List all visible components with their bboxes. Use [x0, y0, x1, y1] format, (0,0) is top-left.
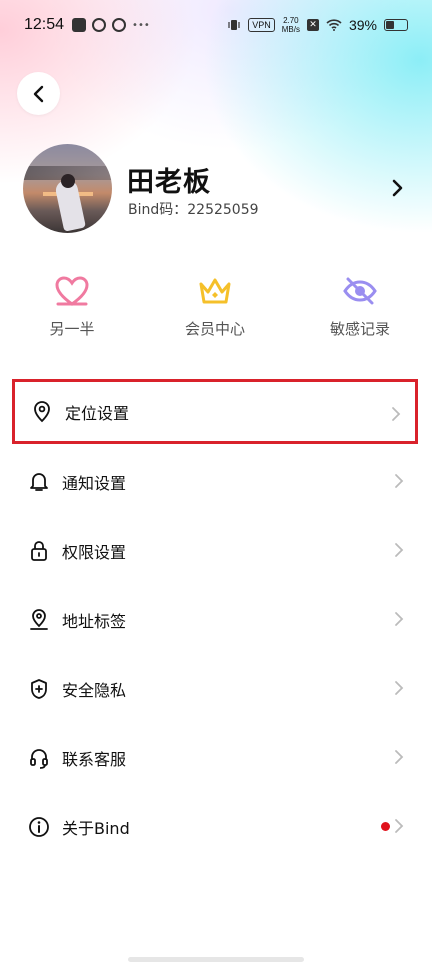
lock-icon	[28, 540, 50, 562]
menu-item-permission-settings[interactable]: 权限设置	[12, 521, 418, 580]
chevron-right-icon	[395, 543, 404, 557]
quick-action-partner[interactable]: 另一半	[17, 272, 127, 339]
chevron-right-icon	[395, 474, 404, 488]
chevron-right-icon	[395, 819, 404, 833]
shield-plus-icon	[28, 678, 50, 700]
quick-action-label: 敏感记录	[329, 320, 390, 338]
menu-item-contact-support[interactable]: 联系客服	[12, 728, 418, 787]
more-notifications-icon: •••	[132, 19, 150, 31]
quick-action-vip-center[interactable]: 会员中心	[160, 272, 270, 339]
menu-item-label: 地址标签	[62, 611, 127, 631]
menu-item-about-bind[interactable]: 关于Bind	[12, 797, 418, 856]
vpn-badge: VPN	[248, 18, 275, 32]
new-badge-dot	[381, 822, 390, 831]
quick-action-label: 会员中心	[184, 320, 245, 338]
bell-icon	[28, 471, 50, 493]
map-pin-icon	[28, 608, 50, 631]
speed-value: 2.70	[283, 16, 299, 25]
battery-icon	[384, 19, 408, 31]
back-button[interactable]	[17, 72, 60, 115]
status-app-icons: •••	[72, 18, 150, 32]
app-notification-icon	[112, 18, 127, 32]
vibrate-icon	[228, 20, 240, 30]
menu-item-label: 通知设置	[62, 473, 127, 493]
chevron-right-icon	[395, 681, 404, 695]
quick-action-label: 另一半	[49, 320, 95, 338]
headset-icon	[28, 747, 50, 769]
menu-item-label: 定位设置	[65, 403, 130, 423]
chevron-right-icon	[395, 750, 404, 764]
chevron-left-icon	[33, 85, 43, 102]
info-icon	[28, 816, 50, 838]
app-notification-icon	[92, 18, 107, 32]
chevron-right-icon	[392, 407, 401, 421]
profile-chevron-right-icon[interactable]	[388, 178, 408, 198]
app-notification-icon	[72, 18, 87, 32]
crown-icon	[199, 278, 231, 304]
menu-item-label: 关于Bind	[62, 818, 130, 838]
speed-unit: MB/s	[281, 25, 300, 34]
bind-code: Bind码：22525059	[128, 202, 259, 218]
eye-off-icon	[343, 277, 377, 305]
location-pin-icon	[31, 400, 53, 423]
quick-action-sensitive-records[interactable]: 敏感记录	[305, 272, 415, 339]
heart-icon	[55, 276, 89, 306]
profile-name[interactable]: 田老板	[127, 160, 211, 199]
menu-item-label: 权限设置	[62, 542, 127, 562]
wifi-icon	[326, 19, 342, 31]
menu-item-label: 联系客服	[62, 749, 127, 769]
status-bar: 12:54 ••• VPN 2.70 MB/s ✕ 39%	[0, 0, 432, 50]
menu-item-notification-settings[interactable]: 通知设置	[12, 452, 418, 511]
status-time: 12:54	[24, 16, 65, 33]
menu-item-address-tags[interactable]: 地址标签	[12, 590, 418, 649]
battery-percent: 39%	[348, 17, 377, 33]
menu-item-location-settings[interactable]: 定位设置	[12, 379, 418, 444]
menu-item-label: 安全隐私	[62, 680, 127, 700]
chevron-right-icon	[395, 612, 404, 626]
network-speed: 2.70 MB/s	[282, 16, 300, 34]
x-app-icon: ✕	[306, 19, 319, 31]
avatar[interactable]	[23, 144, 112, 233]
home-indicator[interactable]	[128, 957, 304, 962]
menu-item-security-privacy[interactable]: 安全隐私	[12, 659, 418, 718]
